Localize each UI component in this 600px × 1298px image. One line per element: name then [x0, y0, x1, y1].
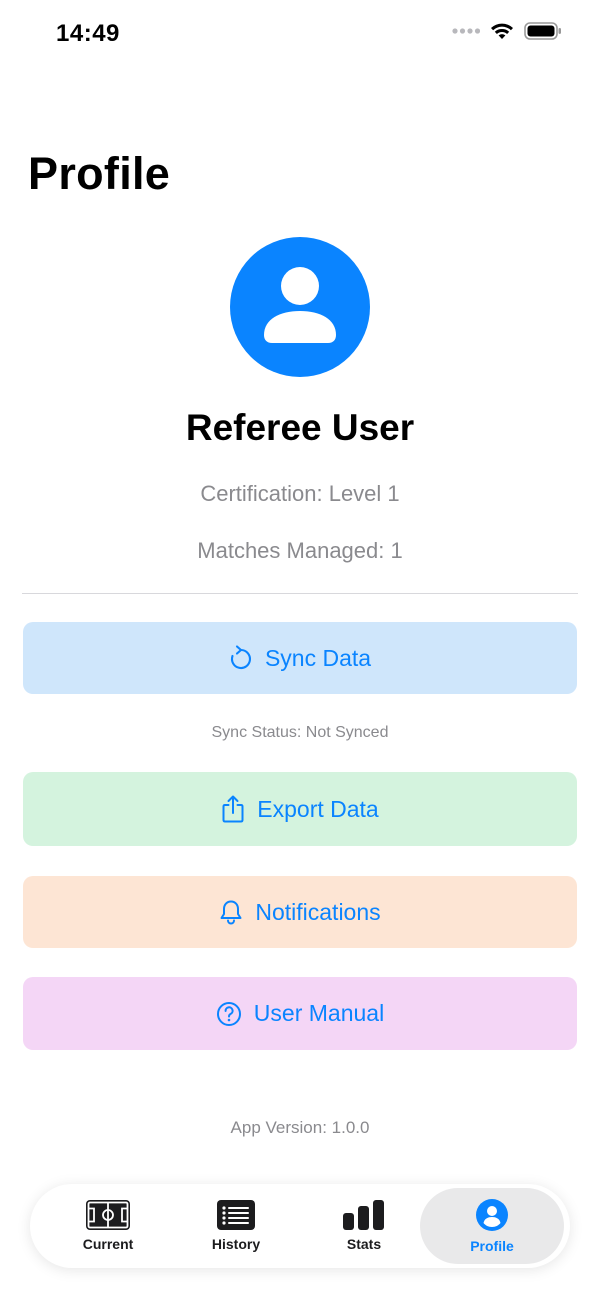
- tab-profile[interactable]: Profile: [420, 1188, 564, 1264]
- tab-history[interactable]: History: [178, 1188, 294, 1264]
- signal-dots-icon: [452, 28, 480, 34]
- chart-bars-icon: [343, 1200, 384, 1230]
- battery-icon: [524, 22, 561, 40]
- app-version-text: App Version: 1.0.0: [230, 1118, 370, 1137]
- bell-icon: [220, 900, 242, 925]
- tab-current[interactable]: Current: [50, 1188, 166, 1264]
- tab-bar: Current History Stats Profile: [30, 1184, 570, 1268]
- question-circle-icon: [216, 1001, 241, 1026]
- share-icon: [222, 795, 244, 823]
- matches-managed-text: Matches Managed: 1: [197, 538, 403, 563]
- sync-data-button[interactable]: Sync Data: [23, 622, 577, 694]
- person-icon: [264, 267, 336, 343]
- certification-text: Certification: Level 1: [200, 481, 400, 506]
- tab-profile-label: Profile: [470, 1238, 514, 1254]
- user-name: Referee User: [185, 407, 415, 448]
- person-circle-icon: [476, 1199, 508, 1231]
- tab-history-label: History: [211, 1236, 261, 1252]
- export-data-button[interactable]: Export Data: [23, 772, 577, 846]
- wifi-icon: [491, 23, 513, 39]
- tab-stats[interactable]: Stats: [306, 1188, 422, 1264]
- list-icon: [217, 1200, 255, 1230]
- sync-status-text: Sync Status: Not Synced: [211, 724, 389, 741]
- status-bar: 14:49: [0, 0, 600, 68]
- status-icons: [452, 22, 562, 40]
- page-title: Profile: [28, 148, 171, 199]
- sync-data-label: Sync Data: [264, 644, 372, 671]
- user-manual-button[interactable]: User Manual: [23, 977, 577, 1050]
- soccer-field-icon: [86, 1200, 130, 1230]
- notifications-label: Notifications: [255, 898, 381, 925]
- divider: [22, 593, 578, 594]
- tab-current-label: Current: [82, 1236, 134, 1252]
- tab-stats-label: Stats: [346, 1236, 382, 1252]
- export-data-label: Export Data: [257, 795, 379, 822]
- sync-icon: [230, 645, 251, 670]
- user-manual-label: User Manual: [253, 1000, 385, 1026]
- notifications-button[interactable]: Notifications: [23, 876, 577, 948]
- status-time: 14:49: [56, 20, 120, 47]
- avatar: [230, 237, 370, 377]
